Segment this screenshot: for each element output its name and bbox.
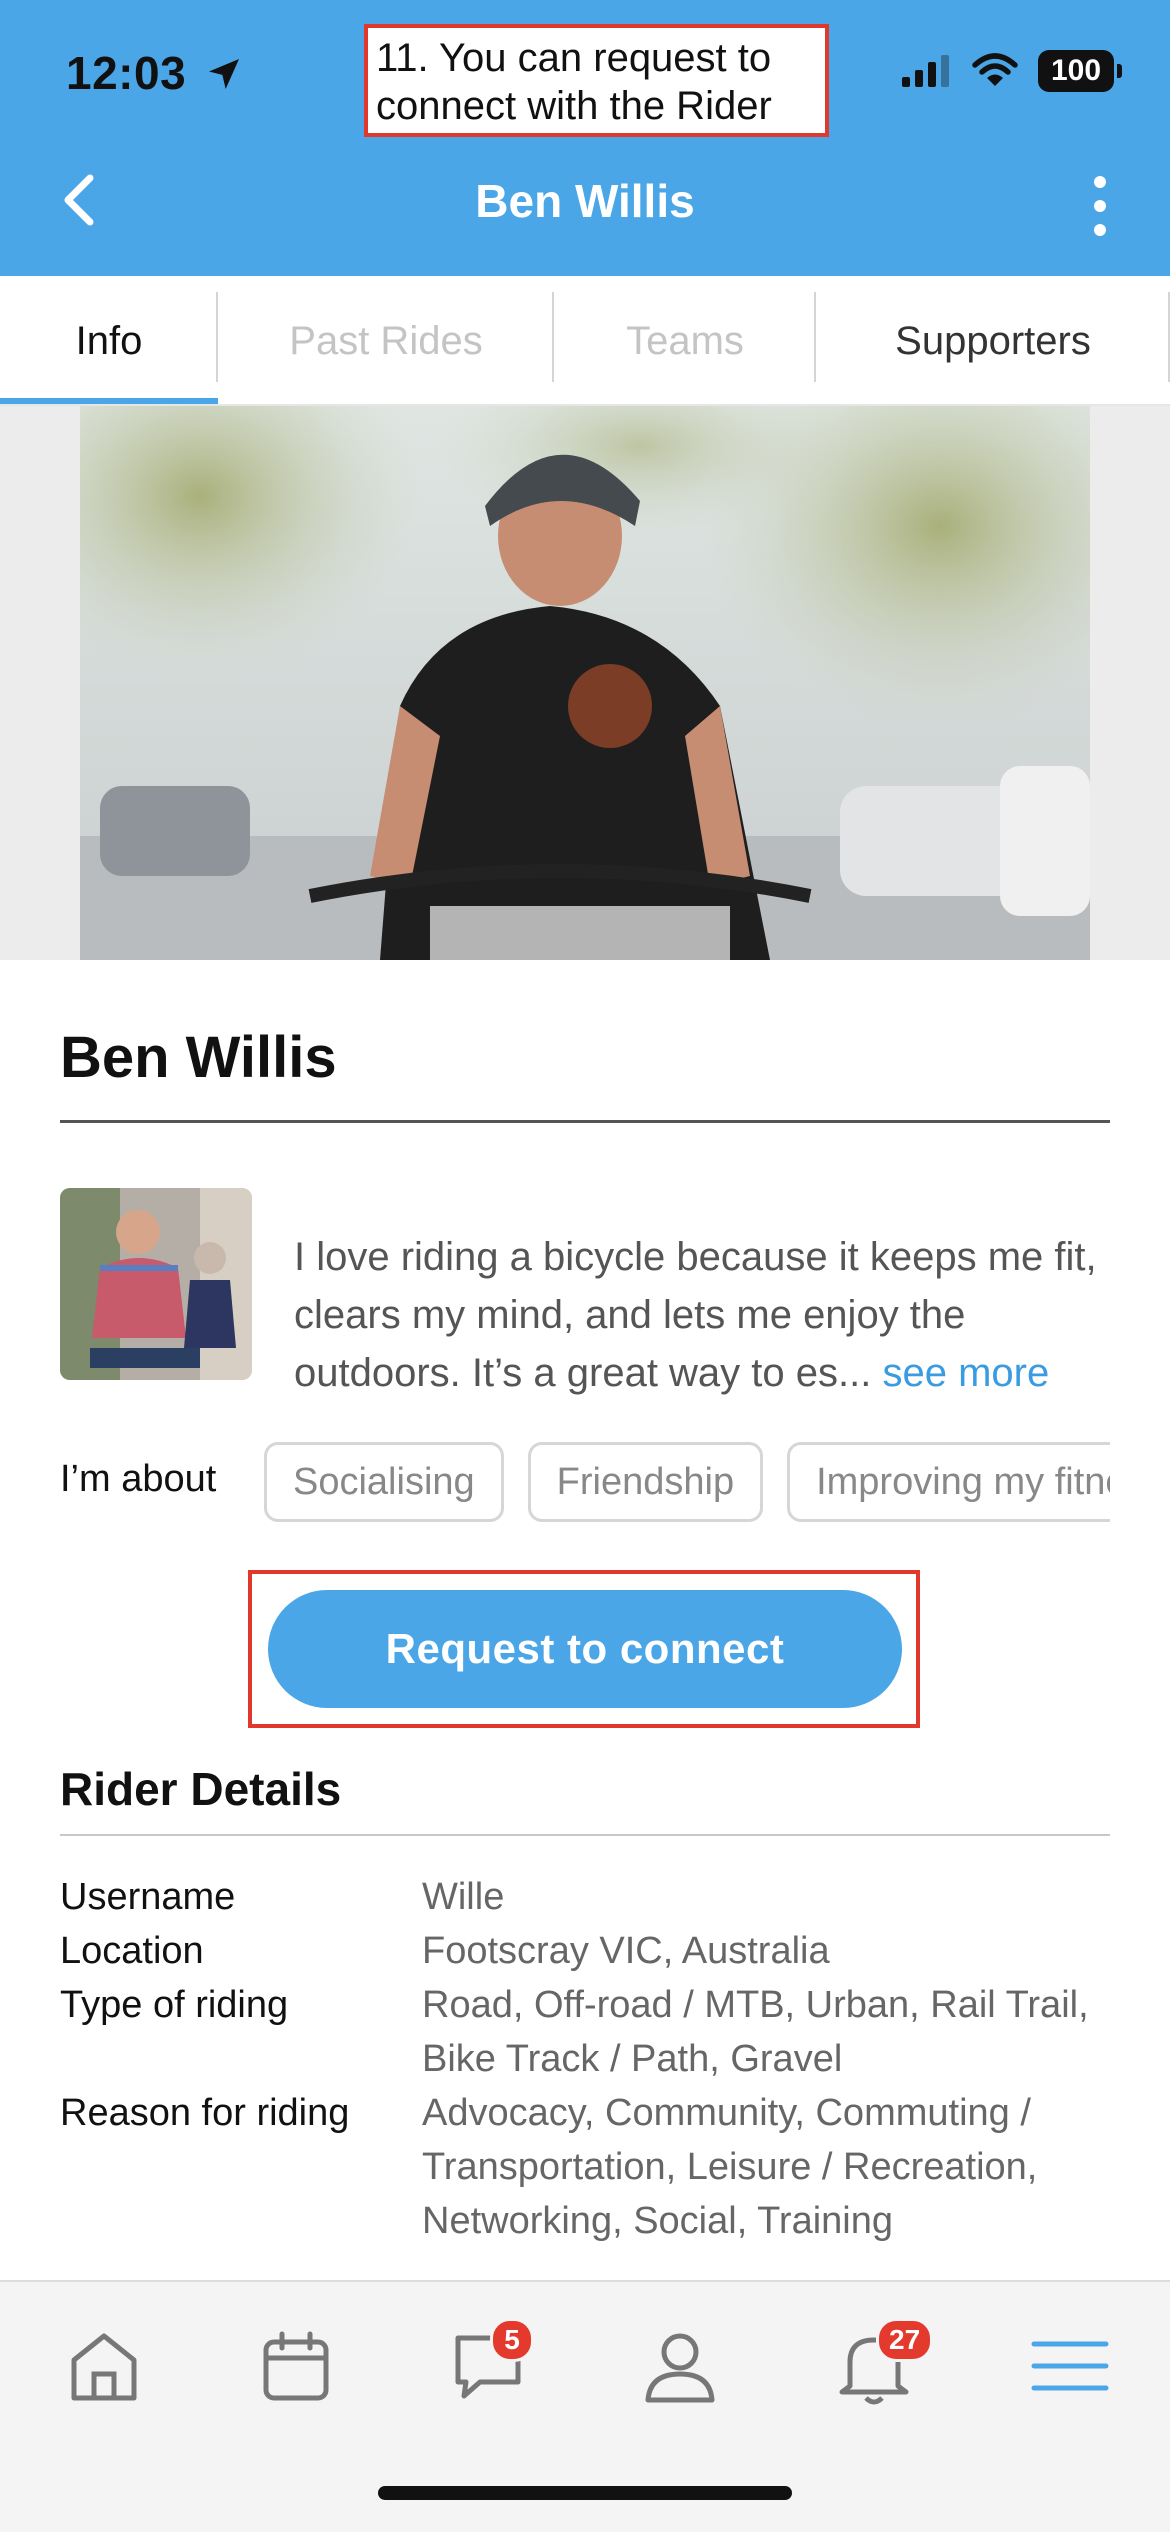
home-indicator [378,2486,792,2500]
tab-teams[interactable]: Teams [554,276,816,404]
detail-row-reason-for-riding: Reason for riding Advocacy, Community, C… [60,2086,1110,2248]
profile-tabs: Info Past Rides Teams Supporters [0,276,1170,406]
detail-value: Wille [422,1876,505,1918]
location-arrow-icon [209,59,239,89]
profile-icon[interactable] [640,2326,720,2406]
notifications-badge: 27 [876,2318,934,2362]
messages-badge: 5 [490,2318,534,2362]
battery-icon: 100 [1038,50,1122,92]
wifi-icon [972,53,1018,86]
tab-supporters[interactable]: Supporters [816,276,1170,404]
more-options-icon[interactable] [1088,176,1112,236]
app-header: 12:03 100 11. You can request to connect… [0,0,1170,276]
rider-bio: I love riding a bicycle because it keeps… [294,1228,1114,1402]
detail-key: Location [60,1930,204,1972]
detail-key: Reason for riding [60,2092,350,2134]
rider-details-list: Username Wille Location Footscray VIC, A… [60,1870,1110,2280]
rider-name: Ben Willis [60,1025,337,1090]
detail-row-location: Location Footscray VIC, Australia [60,1924,1110,1978]
detail-row-username: Username Wille [60,1870,1110,1924]
tab-info[interactable]: Info [0,276,218,404]
rider-cover-photo [80,406,1090,960]
calendar-icon[interactable] [256,2326,336,2406]
detail-row-type-of-riding: Type of riding Road, Off-road / MTB, Urb… [60,1978,1110,2086]
interest-chip: Improving my fitness [787,1442,1110,1522]
status-icons: 100 [900,50,1122,92]
divider [60,1834,1110,1836]
detail-key: Username [60,1876,236,1918]
home-icon[interactable] [64,2326,144,2406]
tab-past-rides[interactable]: Past Rides [218,276,554,404]
rider-details-heading: Rider Details [60,1763,342,1815]
detail-value: Advocacy, Community, Commuting / Transpo… [422,2092,1038,2242]
about-label: I’m about [60,1458,217,1500]
interest-chip: Friendship [527,1442,764,1522]
tutorial-annotation: 11. You can request to connect with the … [364,24,829,137]
menu-icon[interactable] [1030,2326,1110,2406]
interest-chips: Socialising Friendship Improving my fitn… [264,1442,1110,1524]
see-more-link[interactable]: see more [882,1351,1049,1395]
interest-chip: Socialising [264,1442,504,1522]
detail-key: Type of riding [60,1984,289,2026]
avatar[interactable] [60,1188,252,1380]
status-time: 12:03 [66,47,187,99]
request-to-connect-button[interactable]: Request to connect [268,1590,902,1708]
page-title: Ben Willis [475,175,695,227]
divider [60,1120,1110,1123]
signal-icon [902,55,949,87]
detail-value: Footscray VIC, Australia [422,1930,830,1972]
detail-value: Road, Off-road / MTB, Urban, Rail Trail,… [422,1984,1089,2080]
